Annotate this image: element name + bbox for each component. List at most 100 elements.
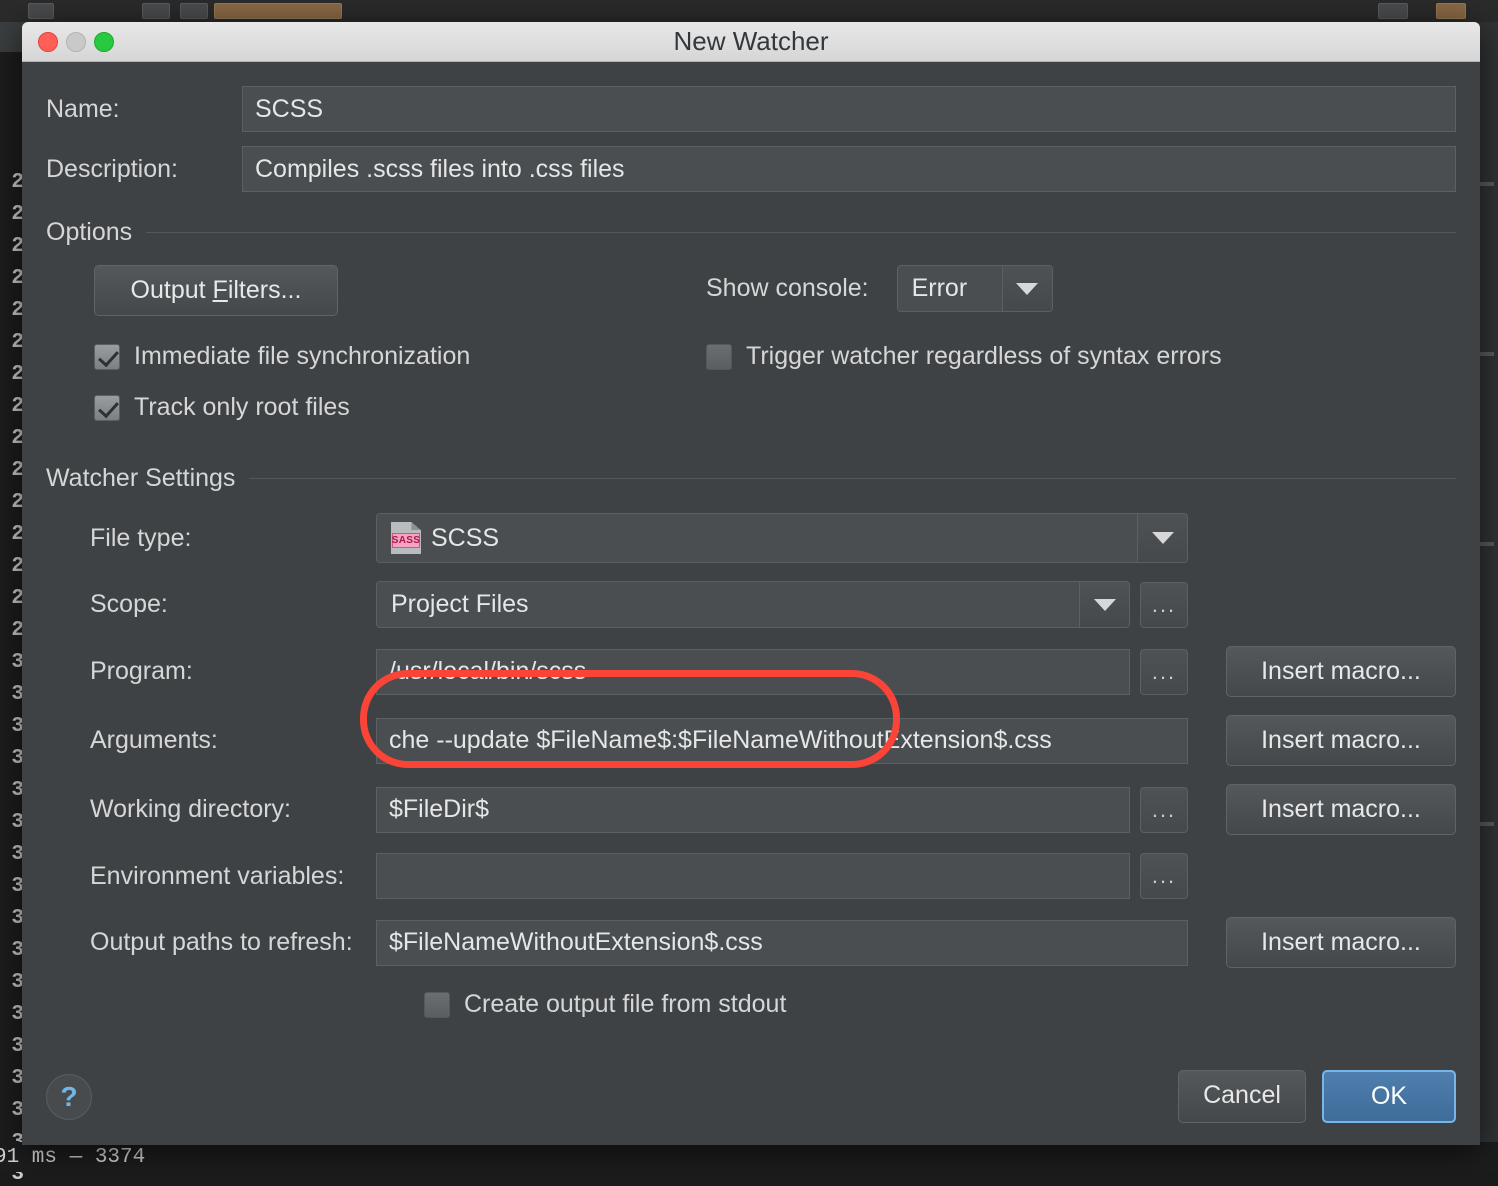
maximize-icon[interactable]: [94, 32, 114, 52]
line-number: 2: [2, 396, 24, 417]
line-number: 2: [2, 172, 24, 193]
line-number: 2: [2, 236, 24, 257]
line-number: 3: [2, 908, 24, 929]
line-number: 3: [2, 940, 24, 961]
program-insert-macro-button[interactable]: Insert macro...: [1226, 646, 1456, 697]
toolbar-chip: [142, 3, 170, 19]
dialog-action-buttons: Cancel OK: [1178, 1070, 1456, 1123]
close-icon[interactable]: [38, 32, 58, 52]
ok-button[interactable]: OK: [1322, 1070, 1456, 1123]
output-paths-label: Output paths to refresh:: [46, 928, 376, 957]
arguments-control: che --update $FileName$:$FileNameWithout…: [376, 715, 1456, 766]
minimize-icon[interactable]: [66, 32, 86, 52]
description-row: Description: Compiles .scss files into .…: [46, 146, 1456, 192]
environment-variables-browse-button[interactable]: ...: [1140, 853, 1188, 899]
line-number: 3: [2, 972, 24, 993]
name-input[interactable]: SCSS: [242, 86, 1456, 132]
options-section-header: Options: [46, 218, 1456, 247]
line-number: 3: [2, 812, 24, 833]
file-type-value: SASS SCSS: [377, 514, 1137, 562]
options-right-column: Show console: Error Trigger watcher rega…: [706, 265, 1456, 422]
output-paths-row: Output paths to refresh: $FileNameWithou…: [46, 917, 1456, 968]
trigger-regardless-checkbox[interactable]: [706, 344, 732, 370]
help-icon[interactable]: ?: [46, 1074, 92, 1120]
environment-variables-row: Environment variables: ...: [46, 853, 1456, 899]
section-divider: [249, 478, 1456, 479]
ide-toolbar: [0, 0, 1498, 22]
dialog-footer: ? Cancel OK: [46, 1070, 1456, 1123]
output-paths-insert-macro-button[interactable]: Insert macro...: [1226, 917, 1456, 968]
line-number: 3: [2, 716, 24, 737]
program-field[interactable]: /usr/local/bin/scss: [376, 649, 1130, 695]
toolbar-chip: [28, 3, 54, 19]
output-paths-field[interactable]: $FileNameWithoutExtension$.css: [376, 920, 1188, 966]
immediate-sync-checkbox[interactable]: [94, 344, 120, 370]
show-console-select[interactable]: Error: [897, 265, 1053, 312]
watcher-settings-section-header: Watcher Settings: [46, 464, 1456, 493]
line-number: 2: [2, 332, 24, 353]
immediate-sync-label: Immediate file synchronization: [134, 342, 470, 371]
scope-row: Scope: Project Files ...: [46, 581, 1456, 628]
program-row: Program: /usr/local/bin/scss ... Insert …: [46, 646, 1456, 697]
chevron-down-icon[interactable]: [1002, 266, 1052, 311]
scope-select[interactable]: Project Files: [376, 581, 1130, 628]
line-number: 3: [2, 652, 24, 673]
toolbar-chip-highlighted: [1436, 3, 1466, 19]
working-directory-browse-button[interactable]: ...: [1140, 787, 1188, 833]
working-directory-insert-macro-button[interactable]: Insert macro...: [1226, 784, 1456, 835]
line-number: 3: [2, 748, 24, 769]
output-filters-button[interactable]: Output Filters...: [94, 265, 338, 316]
toolbar-chip-highlighted: [214, 3, 342, 19]
arguments-row: Arguments: che --update $FileName$:$File…: [46, 715, 1456, 766]
cancel-button[interactable]: Cancel: [1178, 1070, 1306, 1123]
line-number: 3: [2, 1004, 24, 1025]
file-type-select[interactable]: SASS SCSS: [376, 513, 1188, 563]
line-number: 2: [2, 492, 24, 513]
show-console-label: Show console:: [706, 274, 869, 303]
program-browse-button[interactable]: ...: [1140, 649, 1188, 695]
line-number: 3: [2, 684, 24, 705]
ide-status-bar: 91 ms — 3374: [0, 1142, 1498, 1172]
program-label: Program:: [46, 657, 376, 686]
scope-browse-button[interactable]: ...: [1140, 582, 1188, 628]
new-watcher-dialog: New Watcher Name: SCSS Description: Comp…: [22, 22, 1480, 1145]
line-number: 2: [2, 588, 24, 609]
line-number: 2: [2, 556, 24, 577]
track-root-row[interactable]: Track only root files: [94, 393, 706, 422]
toolbar-chip: [180, 3, 208, 19]
line-number: 2: [2, 620, 24, 641]
create-output-file-checkbox[interactable]: [424, 992, 450, 1018]
create-output-file-row[interactable]: Create output file from stdout: [46, 990, 1456, 1019]
program-control: /usr/local/bin/scss ... Insert macro...: [376, 646, 1456, 697]
arguments-insert-macro-button[interactable]: Insert macro...: [1226, 715, 1456, 766]
trigger-regardless-row[interactable]: Trigger watcher regardless of syntax err…: [706, 342, 1456, 371]
line-number: 2: [2, 364, 24, 385]
output-paths-control: $FileNameWithoutExtension$.css Insert ma…: [376, 917, 1456, 968]
immediate-sync-row[interactable]: Immediate file synchronization: [94, 342, 706, 371]
environment-variables-label: Environment variables:: [46, 862, 376, 891]
working-directory-field[interactable]: $FileDir$: [376, 787, 1130, 833]
line-number: 3: [2, 844, 24, 865]
chevron-down-icon[interactable]: [1079, 582, 1129, 627]
description-input[interactable]: Compiles .scss files into .css files: [242, 146, 1456, 192]
chevron-down-icon[interactable]: [1137, 514, 1187, 562]
line-number: 2: [2, 204, 24, 225]
description-label: Description:: [46, 155, 242, 184]
scope-label: Scope:: [46, 590, 376, 619]
dialog-body: Name: SCSS Description: Compiles .scss f…: [22, 62, 1480, 1145]
line-number: 3: [2, 1100, 24, 1121]
line-number: 2: [2, 268, 24, 289]
trigger-regardless-label: Trigger watcher regardless of syntax err…: [746, 342, 1222, 371]
window-controls: [38, 32, 114, 52]
track-root-checkbox[interactable]: [94, 395, 120, 421]
file-type-label: File type:: [46, 524, 376, 553]
options-left-column: Output Filters... Immediate file synchro…: [46, 265, 706, 422]
working-directory-control: $FileDir$ ... Insert macro...: [376, 784, 1456, 835]
arguments-field[interactable]: che --update $FileName$:$FileNameWithout…: [376, 718, 1188, 764]
environment-variables-field[interactable]: [376, 853, 1130, 899]
sass-badge-text: SASS: [392, 533, 420, 548]
working-directory-row: Working directory: $FileDir$ ... Insert …: [46, 784, 1456, 835]
scope-value: Project Files: [377, 582, 1079, 627]
environment-variables-control: ...: [376, 853, 1456, 899]
line-number: 2: [2, 300, 24, 321]
